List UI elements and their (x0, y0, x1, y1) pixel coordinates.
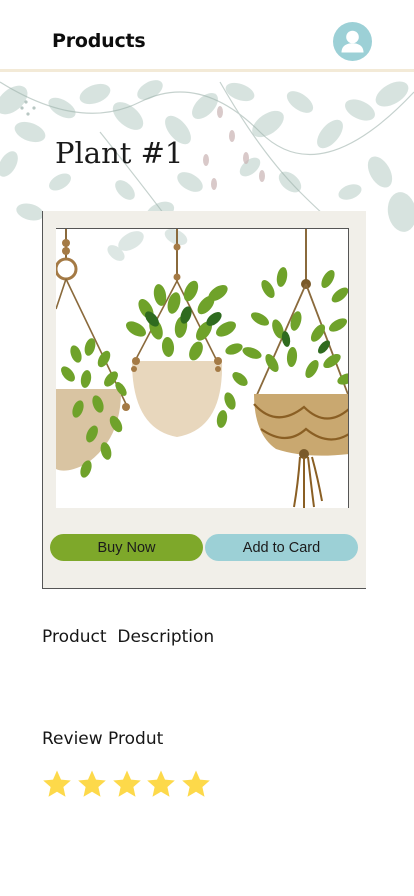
star-icon[interactable] (77, 769, 107, 799)
product-description-label: Product Description (42, 627, 215, 647)
page-title: Products (52, 30, 146, 52)
star-icon[interactable] (112, 769, 142, 799)
add-to-cart-button[interactable]: Add to Card (205, 534, 358, 561)
star-rating[interactable] (42, 769, 216, 799)
product-title: Plant #1 (55, 136, 184, 170)
product-card: Buy Now Add to Card (42, 211, 366, 589)
product-image (56, 228, 349, 508)
star-icon[interactable] (146, 769, 176, 799)
app-header: Products (0, 0, 414, 72)
user-avatar[interactable] (333, 22, 372, 61)
hanging-plants-illustration (56, 229, 348, 508)
review-product-label: Review Produt (42, 729, 164, 749)
star-icon[interactable] (181, 769, 211, 799)
buy-now-button[interactable]: Buy Now (50, 534, 203, 561)
star-icon[interactable] (42, 769, 72, 799)
user-avatar-icon (341, 30, 364, 53)
